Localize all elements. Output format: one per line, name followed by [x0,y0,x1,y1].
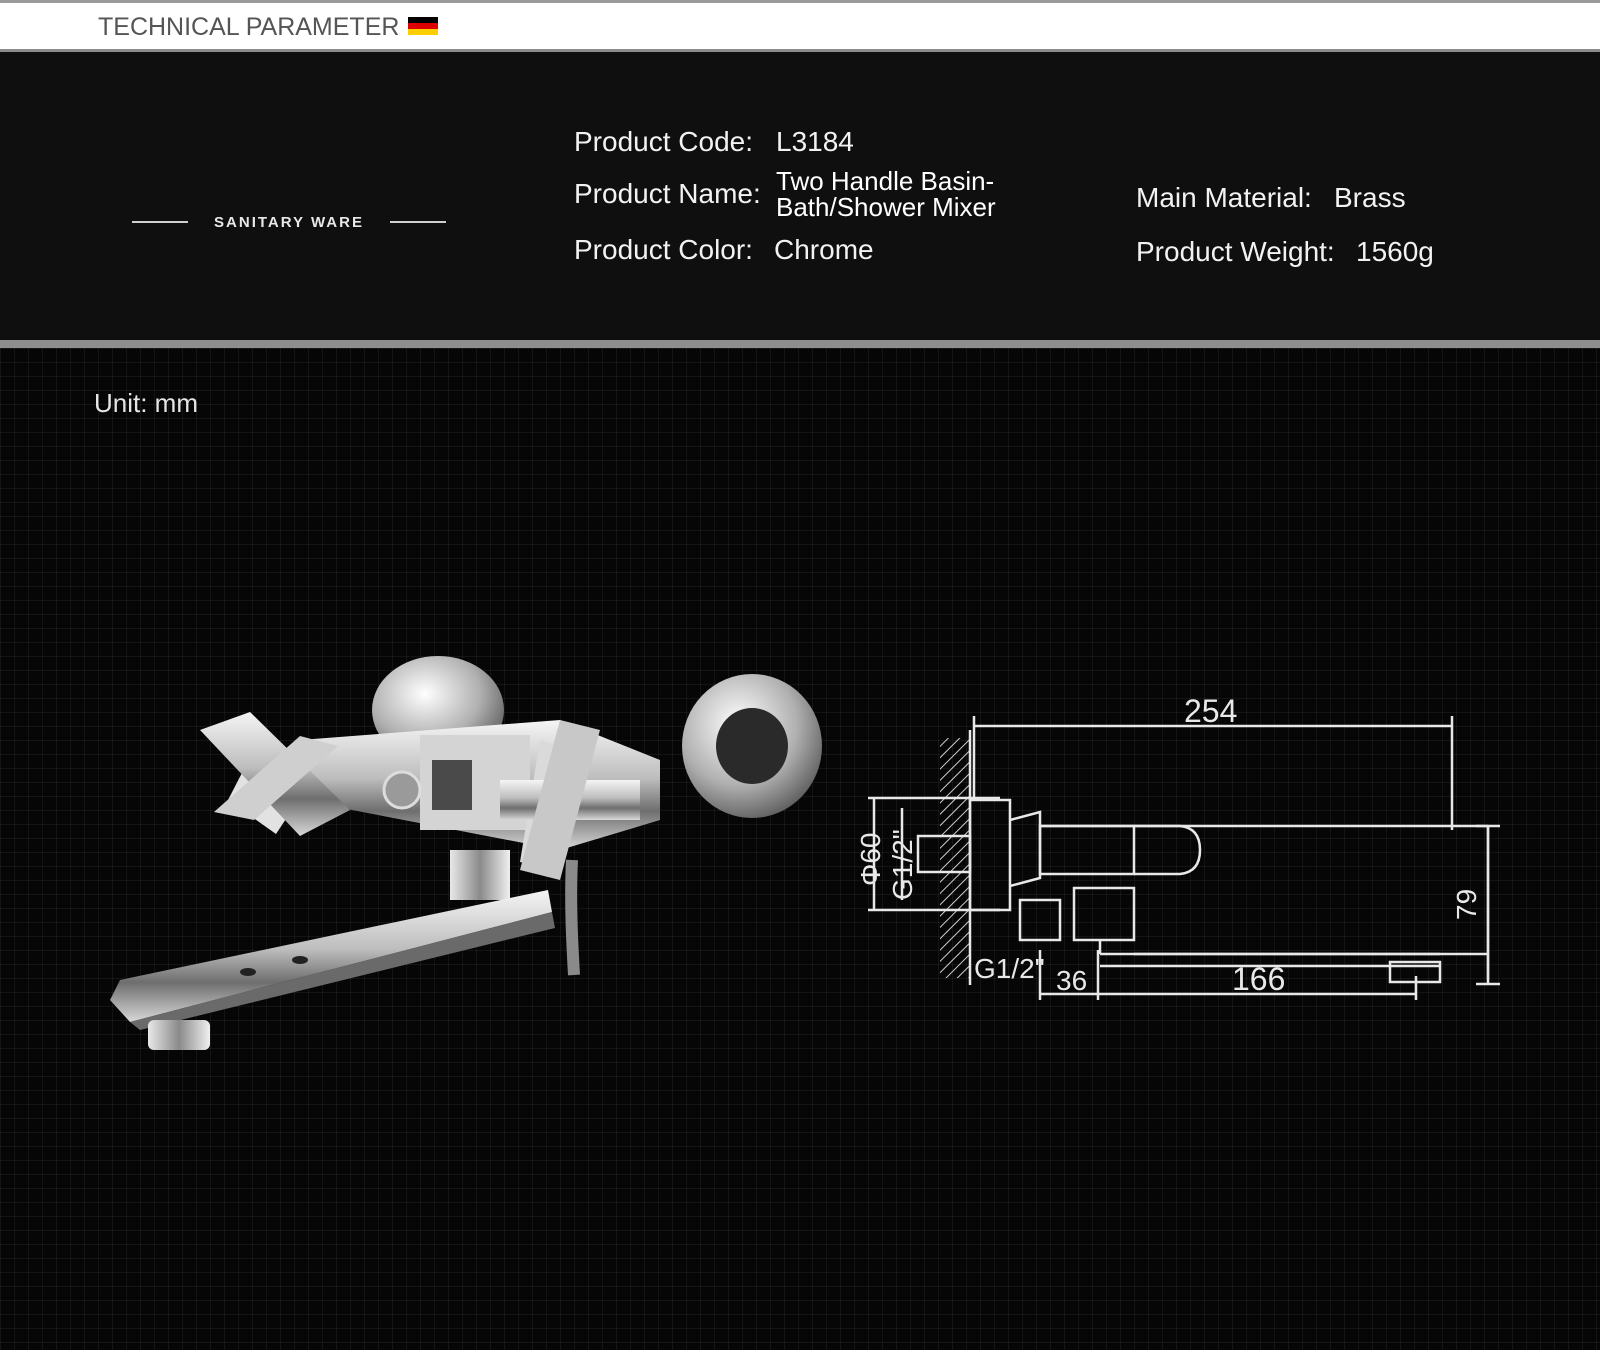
dim-diameter: Φ60 [855,833,886,886]
dim-spout: 166 [1232,961,1285,997]
dim-length: 254 [1184,693,1237,729]
wall-hatch [940,738,970,978]
dim-thread-bottom: G1/2" [974,953,1045,984]
dim-height: 79 [1451,889,1482,920]
dim-offset: 36 [1056,965,1087,996]
dim-thread-top: G1/2" [887,829,918,900]
technical-drawing: 254 Φ60 G1/2" 79 G1/2" 36 166 [855,693,1500,1000]
